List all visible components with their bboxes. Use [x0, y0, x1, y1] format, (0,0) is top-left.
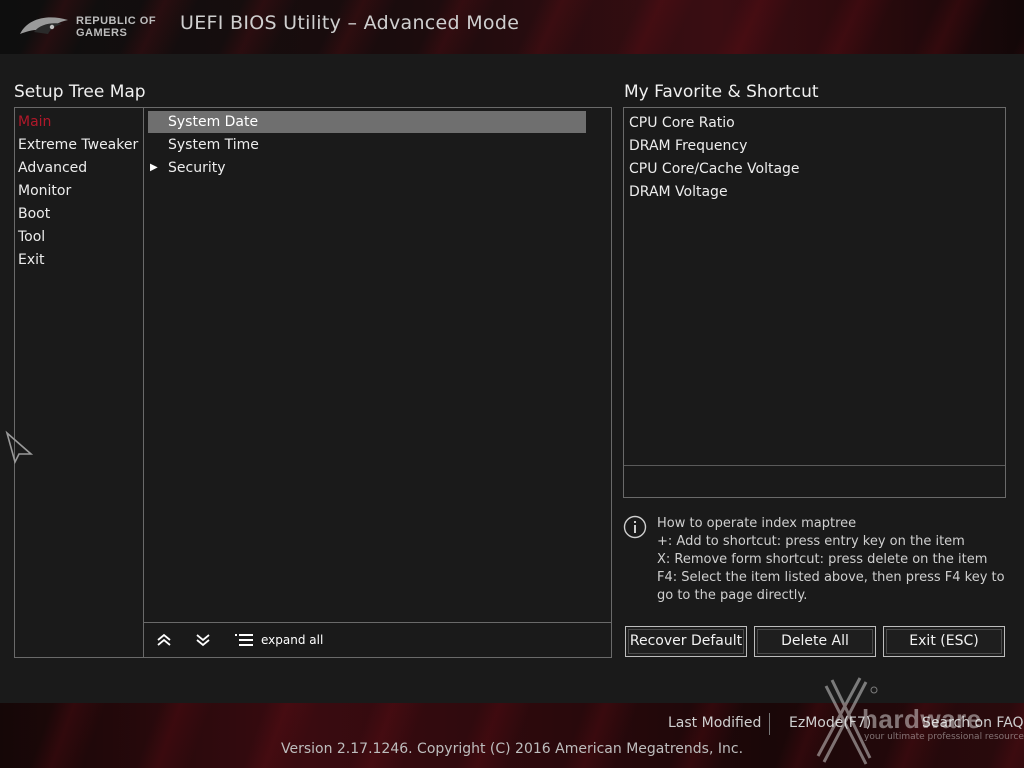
delete-all-button[interactable]: Delete All: [754, 626, 876, 657]
favorite-item[interactable]: DRAM Frequency: [629, 136, 747, 156]
tree-item-security[interactable]: ▶ Security: [148, 157, 586, 179]
rog-eye-icon: [20, 17, 68, 34]
favorites-divider: [624, 465, 1005, 466]
tree-menu: Main Extreme Tweaker Advanced Monitor Bo…: [15, 108, 144, 657]
menu-item-advanced[interactable]: Advanced: [18, 158, 87, 178]
double-chevron-up-icon[interactable]: [156, 629, 172, 651]
tree-item-label: System Date: [168, 114, 259, 130]
logo-line-1: REPUBLIC OF: [76, 15, 157, 27]
menu-item-boot[interactable]: Boot: [18, 204, 50, 224]
watermark-tagline: your ultimate professional resource: [864, 732, 1024, 742]
menu-item-tool[interactable]: Tool: [18, 227, 45, 247]
hardware-watermark: hardware your ultimate professional reso…: [806, 676, 1024, 768]
tree-item-label: System Time: [168, 137, 259, 153]
watermark-brand: hardware: [862, 704, 982, 734]
help-line: go to the page directly.: [657, 588, 808, 603]
double-chevron-down-icon[interactable]: [195, 629, 211, 651]
list-icon: [235, 634, 253, 646]
setup-tree-panel: Main Extreme Tweaker Advanced Monitor Bo…: [14, 107, 612, 658]
expand-arrow-icon[interactable]: ▶: [150, 157, 158, 179]
help-line: F4: Select the item listed above, then p…: [657, 570, 1005, 585]
header-bar: REPUBLIC OF GAMERS UEFI BIOS Utility – A…: [0, 0, 1024, 54]
recover-default-button[interactable]: Recover Default: [625, 626, 747, 657]
help-line: How to operate index maptree: [657, 516, 857, 531]
tree-item-system-time[interactable]: System Time: [148, 134, 586, 156]
favorite-item[interactable]: DRAM Voltage: [629, 182, 728, 202]
setup-tree-title: Setup Tree Map: [14, 82, 146, 102]
favorites-title: My Favorite & Shortcut: [624, 82, 819, 102]
last-modified-link[interactable]: Last Modified: [668, 715, 761, 731]
expand-all-label: expand all: [261, 633, 324, 647]
help-text: How to operate index maptree +: Add to s…: [657, 515, 1007, 605]
rog-logo: REPUBLIC OF GAMERS: [18, 8, 168, 46]
mouse-cursor-icon: [5, 430, 34, 464]
favorites-panel: CPU Core Ratio DRAM Frequency CPU Core/C…: [623, 107, 1006, 498]
menu-item-monitor[interactable]: Monitor: [18, 181, 71, 201]
app-title: UEFI BIOS Utility – Advanced Mode: [180, 12, 520, 34]
help-line: X: Remove form shortcut: press delete on…: [657, 552, 988, 567]
expand-all-button[interactable]: expand all: [235, 629, 323, 651]
tree-controls: expand all: [144, 622, 611, 657]
favorite-item[interactable]: CPU Core Ratio: [629, 113, 735, 133]
exit-button[interactable]: Exit (ESC): [883, 626, 1005, 657]
logo-line-2: GAMERS: [76, 27, 128, 39]
help-line: +: Add to shortcut: press entry key on t…: [657, 534, 965, 549]
footer-divider: [769, 713, 770, 735]
info-icon: [623, 515, 647, 539]
menu-item-extreme-tweaker[interactable]: Extreme Tweaker: [18, 135, 138, 155]
menu-item-main[interactable]: Main: [18, 112, 51, 132]
tree-item-label: Security: [168, 160, 226, 176]
tree-item-system-date[interactable]: System Date: [148, 111, 586, 133]
favorite-item[interactable]: CPU Core/Cache Voltage: [629, 159, 800, 179]
menu-item-exit[interactable]: Exit: [18, 250, 45, 270]
tree-items: System Date System Time ▶ Security expan…: [144, 108, 611, 657]
